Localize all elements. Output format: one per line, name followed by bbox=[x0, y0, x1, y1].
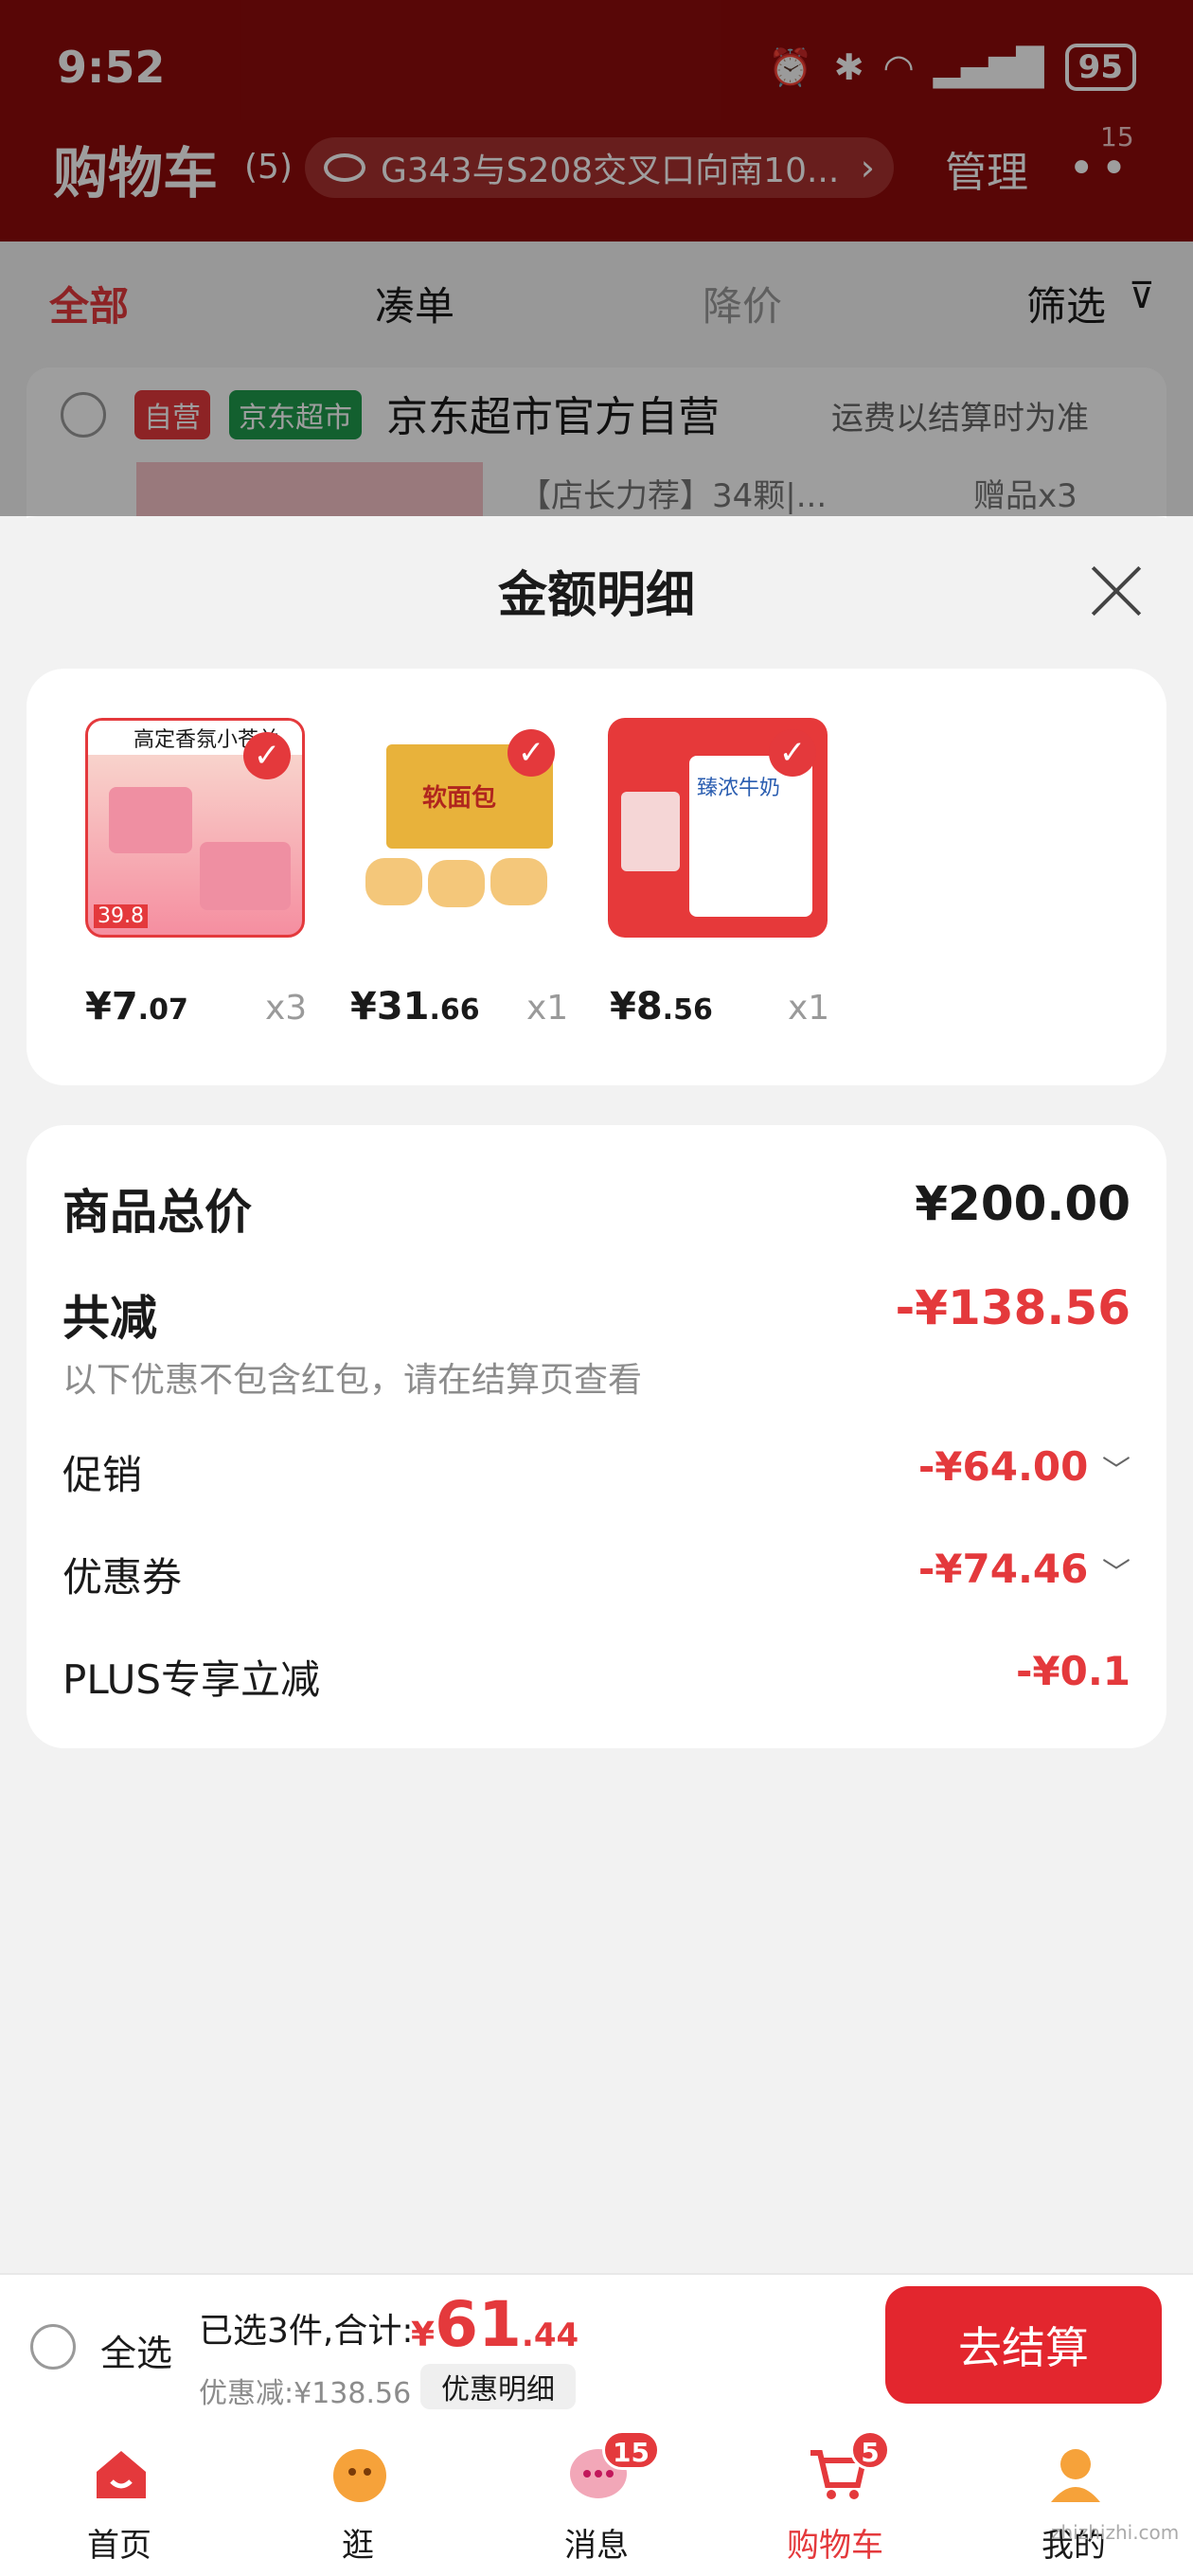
tab-cart-label: 购物车 bbox=[787, 2527, 883, 2565]
product-qty-3: x1 bbox=[788, 989, 830, 1028]
tab-home[interactable]: 首页 bbox=[0, 2424, 239, 2576]
discount-note: 以下优惠不包含红包，请在结算页查看 bbox=[62, 1361, 643, 1400]
product-image-3-caption: 臻浓牛奶 bbox=[697, 777, 781, 800]
sheet-title: 金额明细 bbox=[497, 567, 695, 624]
promo-row[interactable]: -¥64.00 ﹀ bbox=[918, 1443, 1131, 1490]
bottom-tab-bar: 首页 逛 15 消息 5 购物车 我的 bbox=[0, 2424, 1193, 2576]
product-list: 高定香氛小苍兰 39.8 ✓ ¥7.07 x3 软面包 ✓ ¥31.66 x1 … bbox=[27, 669, 1166, 1085]
plus-label: PLUS专享立减 bbox=[62, 1656, 321, 1703]
product-qty-1: x3 bbox=[265, 989, 308, 1028]
coupon-row[interactable]: -¥74.46 ﹀ bbox=[918, 1546, 1131, 1592]
promo-label: 促销 bbox=[62, 1452, 143, 1498]
browse-icon bbox=[329, 2443, 390, 2504]
selected-summary: 已选3件,合计: bbox=[199, 2312, 414, 2351]
cart-badge: 5 bbox=[850, 2430, 890, 2470]
tab-messages-label: 消息 bbox=[564, 2527, 629, 2565]
select-all-radio[interactable] bbox=[30, 2324, 76, 2370]
discount-value: -¥138.56 bbox=[895, 1280, 1131, 1335]
chevron-down-icon: ﹀ bbox=[1102, 1455, 1131, 1488]
select-all-label[interactable]: 全选 bbox=[100, 2324, 172, 2376]
check-icon: ✓ bbox=[769, 729, 816, 777]
check-icon: ✓ bbox=[243, 732, 291, 779]
price-summary: 商品总价 ¥200.00 共减 -¥138.56 以下优惠不包含红包，请在结算页… bbox=[27, 1125, 1166, 1748]
product-price-3: ¥8.56 bbox=[610, 985, 713, 1029]
checkout-total: ¥61.44 bbox=[411, 2288, 579, 2361]
messages-badge: 15 bbox=[602, 2430, 660, 2470]
watermark: zhizhizhi.com bbox=[1051, 2521, 1180, 2544]
total-label: 商品总价 bbox=[62, 1185, 252, 1240]
product-price-1: ¥7.07 bbox=[85, 985, 188, 1029]
coupon-value: -¥74.46 bbox=[917, 1546, 1089, 1592]
discount-detail-button[interactable]: 优惠明细 bbox=[420, 2364, 576, 2409]
coupon-label: 优惠券 bbox=[62, 1554, 183, 1601]
modal-overlay[interactable] bbox=[0, 0, 1193, 516]
discount-label: 共减 bbox=[62, 1291, 157, 1346]
product-image-2[interactable]: 软面包 ✓ bbox=[347, 718, 566, 938]
home-icon bbox=[91, 2443, 151, 2504]
plus-value: -¥0.1 bbox=[1015, 1648, 1131, 1694]
chevron-down-icon: ﹀ bbox=[1102, 1557, 1131, 1590]
product-price-2: ¥31.66 bbox=[350, 985, 480, 1029]
product-image-2-caption: 软面包 bbox=[422, 784, 497, 813]
check-icon: ✓ bbox=[507, 729, 555, 777]
tab-browse-label: 逛 bbox=[342, 2527, 374, 2565]
tab-home-label: 首页 bbox=[87, 2527, 151, 2565]
product-image-3[interactable]: 臻浓牛奶 ✓ bbox=[608, 718, 828, 938]
promo-value: -¥64.00 bbox=[917, 1443, 1089, 1490]
checkout-button[interactable]: 去结算 bbox=[885, 2286, 1162, 2404]
tab-profile[interactable]: 我的 bbox=[954, 2424, 1193, 2576]
tab-browse[interactable]: 逛 bbox=[239, 2424, 477, 2576]
tab-messages[interactable]: 15 消息 bbox=[477, 2424, 716, 2576]
saved-amount: 优惠减:¥138.56 bbox=[199, 2377, 412, 2410]
tab-cart[interactable]: 5 购物车 bbox=[716, 2424, 954, 2576]
total-value: ¥200.00 bbox=[915, 1176, 1131, 1231]
product-image-1[interactable]: 高定香氛小苍兰 39.8 ✓ bbox=[85, 718, 305, 938]
close-icon[interactable] bbox=[1089, 564, 1144, 618]
profile-icon bbox=[1045, 2443, 1106, 2504]
product-image-1-badge: 39.8 bbox=[94, 904, 148, 928]
product-qty-2: x1 bbox=[526, 989, 569, 1028]
